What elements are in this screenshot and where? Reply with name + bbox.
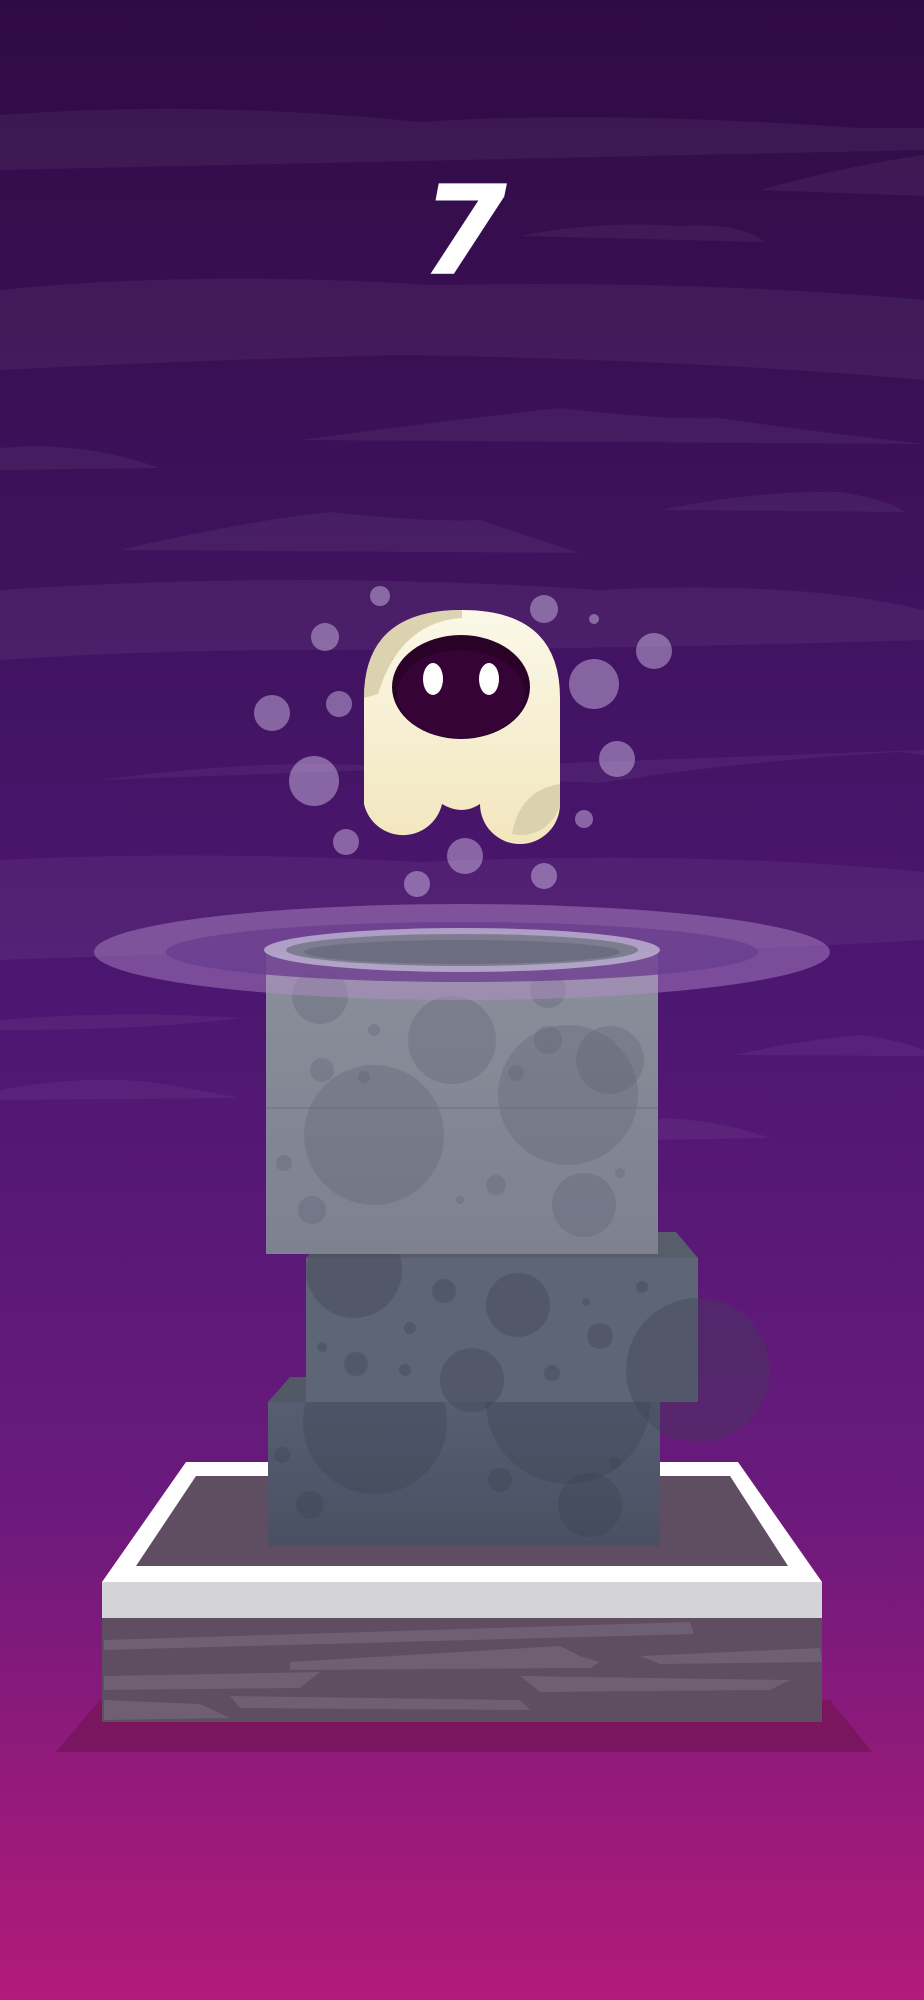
ghost-icon: [364, 610, 560, 844]
landing-ripple-ring: [94, 904, 830, 1000]
score-counter: 7: [420, 160, 507, 304]
